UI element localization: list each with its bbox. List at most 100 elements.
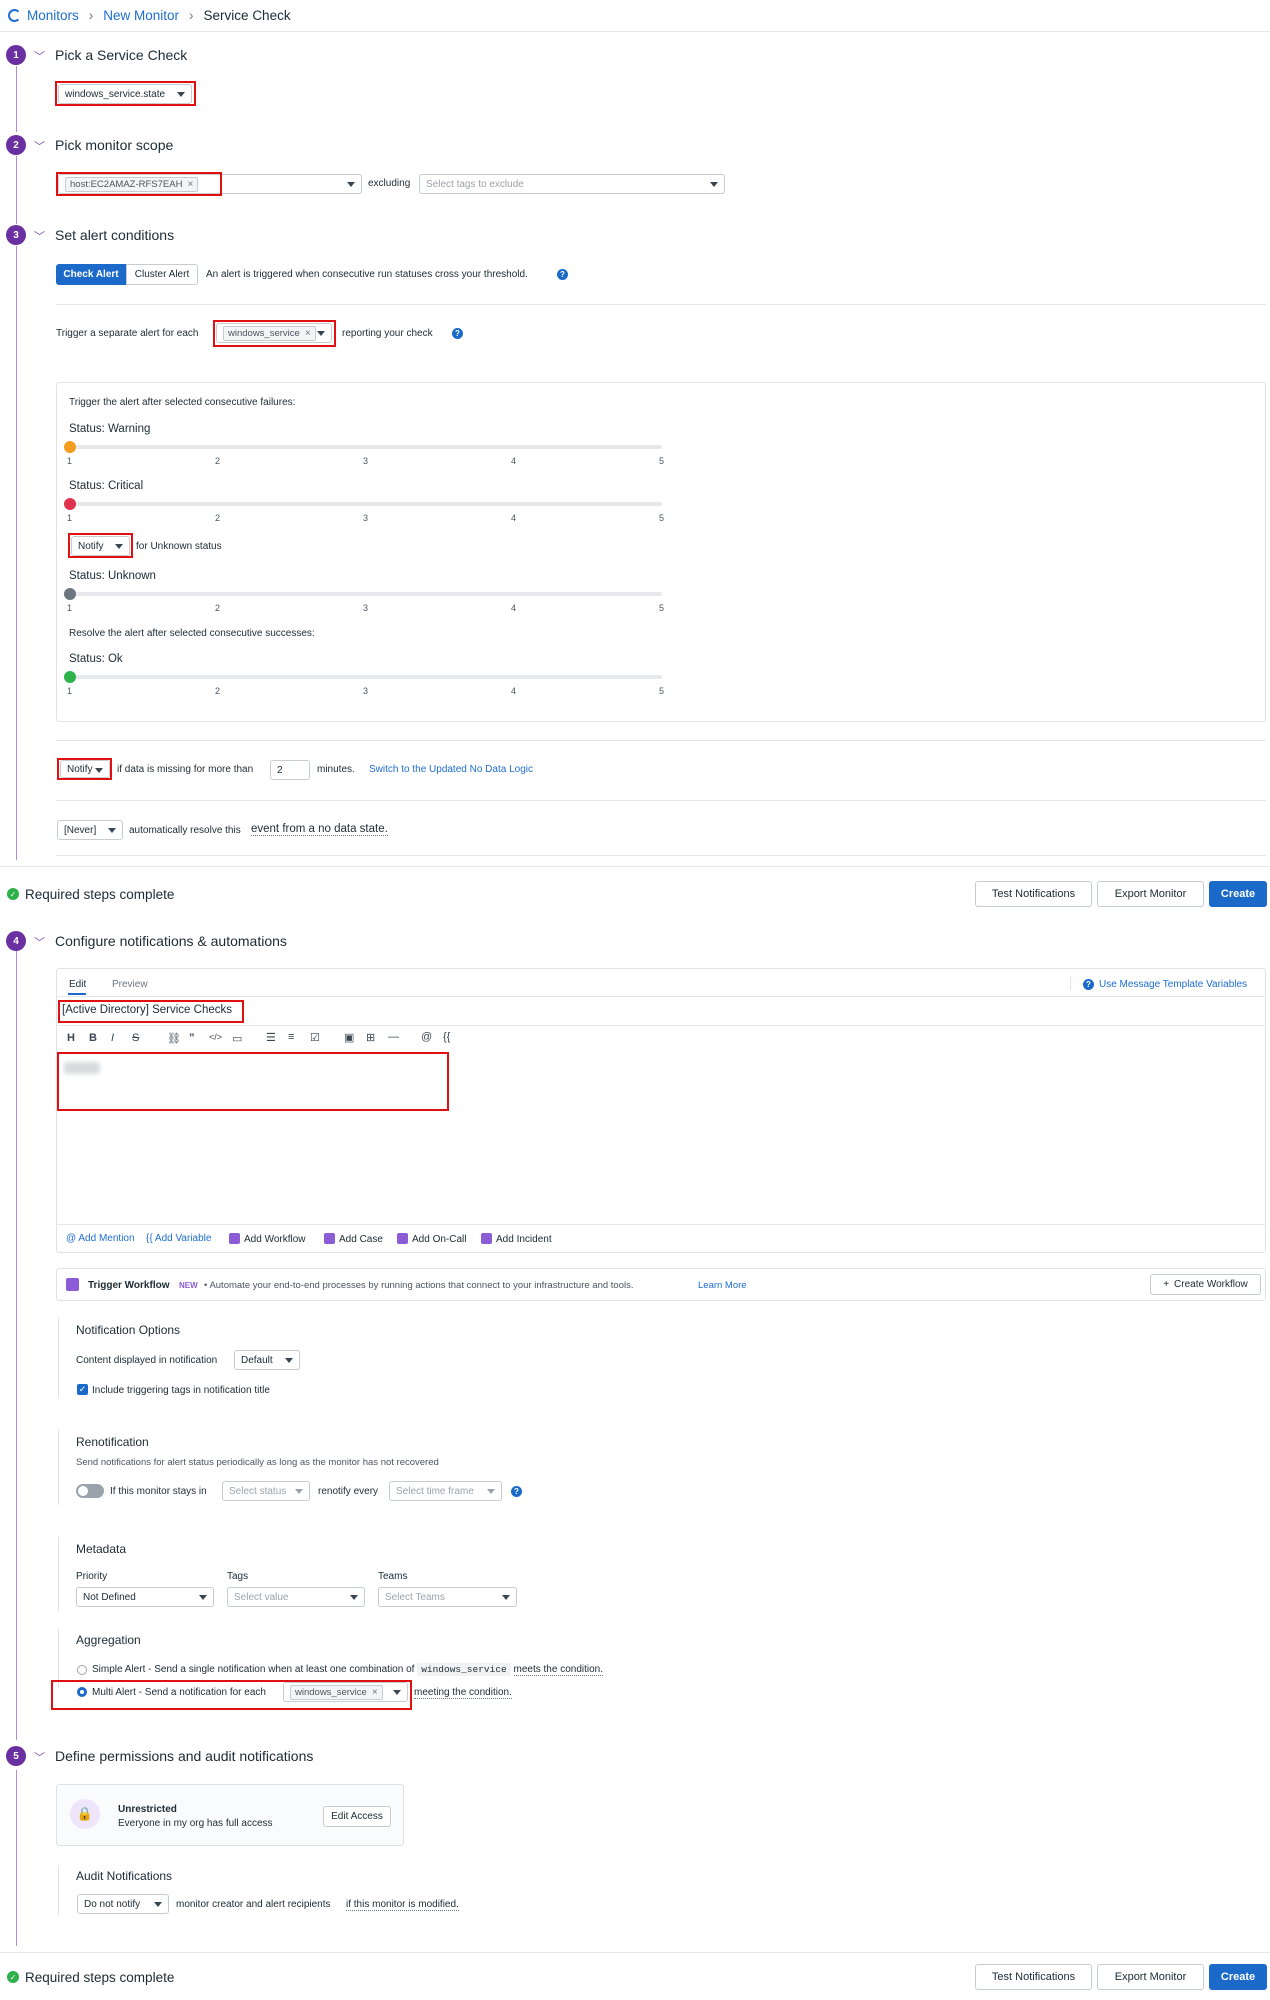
stays-in-label: If this monitor stays in: [110, 1486, 207, 1497]
tab-check-alert[interactable]: Check Alert: [56, 264, 126, 285]
bullet-list-icon[interactable]: ☰: [266, 1031, 276, 1044]
test-notifications-button[interactable]: Test Notifications: [975, 1964, 1092, 1990]
slider-tick-label: 1: [67, 686, 73, 696]
include-tags-label: Include triggering tags in notification …: [92, 1385, 270, 1396]
slider-tick-label: 4: [511, 456, 517, 466]
content-displayed-value: Default: [241, 1354, 273, 1366]
checklist-icon[interactable]: ☑: [310, 1031, 320, 1044]
tags-select[interactable]: Select value: [227, 1587, 365, 1607]
content-displayed-select[interactable]: Default: [234, 1350, 300, 1370]
message-template-variables-link[interactable]: Use Message Template Variables: [1099, 979, 1247, 990]
nodata-state-tooltip-text[interactable]: event from a no data state.: [251, 823, 388, 836]
renotify-status-select[interactable]: Select status: [222, 1481, 310, 1501]
slider-track[interactable]: [70, 675, 662, 679]
chevron-down-icon[interactable]: ﹀: [34, 138, 45, 154]
slider-tick-label: 4: [511, 603, 517, 613]
variable-icon[interactable]: {{: [443, 1031, 450, 1043]
nodata-logic-link[interactable]: Switch to the Updated No Data Logic: [369, 764, 533, 775]
check-circle-icon: ✓: [7, 888, 19, 900]
code-block-icon[interactable]: ▭: [232, 1032, 242, 1045]
notification-options-title: Notification Options: [76, 1323, 181, 1337]
slider-handle[interactable]: [64, 441, 76, 453]
create-button[interactable]: Create: [1209, 881, 1267, 907]
test-notifications-button[interactable]: Test Notifications: [975, 881, 1092, 907]
breadcrumb-monitors[interactable]: Monitors: [27, 8, 79, 23]
numbered-list-icon[interactable]: ≡: [288, 1031, 294, 1043]
add-variable-link[interactable]: {{ Add Variable: [146, 1233, 211, 1244]
nodata-minutes-input[interactable]: 2: [270, 760, 310, 780]
strikethrough-icon[interactable]: S: [132, 1032, 139, 1044]
slider-handle[interactable]: [64, 588, 76, 600]
create-button[interactable]: Create: [1209, 1964, 1267, 1990]
image-icon[interactable]: ▣: [344, 1031, 354, 1044]
slider-handle[interactable]: [64, 671, 76, 683]
workflow-icon: [66, 1278, 79, 1291]
chevron-down-icon[interactable]: ﹀: [34, 228, 45, 244]
export-monitor-button[interactable]: Export Monitor: [1097, 1964, 1204, 1990]
learn-more-link[interactable]: Learn More: [698, 1280, 747, 1291]
exclude-tags-select[interactable]: Select tags to exclude: [419, 174, 725, 194]
mention-icon[interactable]: @: [421, 1031, 432, 1043]
slider-tick-label: 5: [659, 456, 665, 466]
include-tags-checkbox[interactable]: ✓: [77, 1384, 88, 1395]
breadcrumb-new-monitor[interactable]: New Monitor: [103, 8, 179, 23]
horizontal-rule-icon[interactable]: —: [388, 1031, 399, 1043]
slider-tick-label: 4: [511, 686, 517, 696]
renotify-timeframe-select[interactable]: Select time frame: [389, 1481, 502, 1501]
tab-preview[interactable]: Preview: [112, 979, 148, 990]
renotify-toggle[interactable]: [76, 1484, 104, 1498]
help-icon[interactable]: ?: [557, 269, 568, 280]
export-monitor-button[interactable]: Export Monitor: [1097, 881, 1204, 907]
add-case-button[interactable]: Add Case: [324, 1233, 383, 1245]
table-icon[interactable]: ⊞: [366, 1031, 375, 1044]
add-mention-link[interactable]: @ Add Mention: [66, 1233, 135, 1244]
create-workflow-button[interactable]: + Create Workflow: [1150, 1274, 1261, 1295]
access-title: Unrestricted: [118, 1804, 177, 1815]
chevron-down-icon[interactable]: ﹀: [34, 934, 45, 950]
bold-icon[interactable]: B: [89, 1032, 97, 1044]
caret-down-icon: [295, 1489, 303, 1494]
slider-track[interactable]: [70, 592, 662, 596]
help-icon[interactable]: ?: [452, 328, 463, 339]
priority-select[interactable]: Not Defined: [76, 1587, 214, 1607]
help-icon[interactable]: ?: [511, 1486, 522, 1497]
step-5-number: 5: [6, 1746, 26, 1766]
chevron-down-icon[interactable]: ﹀: [34, 1749, 45, 1765]
slider-tick-label: 2: [215, 603, 221, 613]
simple-alert-radio[interactable]: [77, 1665, 87, 1675]
slider-handle[interactable]: [64, 498, 76, 510]
link-icon[interactable]: ⛓: [167, 1032, 181, 1045]
breadcrumb-separator-icon: ›: [189, 7, 194, 23]
step-1-number: 1: [6, 45, 26, 65]
tab-separator: [1070, 976, 1071, 990]
quote-icon[interactable]: ”: [189, 1032, 195, 1044]
slider-tick-label: 2: [215, 686, 221, 696]
variable-icon: {{: [146, 1233, 155, 1244]
add-incident-button[interactable]: Add Incident: [481, 1233, 552, 1245]
code-icon[interactable]: </>: [209, 1032, 222, 1042]
step-5-title: Define permissions and audit notificatio…: [55, 1748, 314, 1764]
tab-cluster-alert[interactable]: Cluster Alert: [126, 264, 198, 285]
audit-notify-select[interactable]: Do not notify: [77, 1894, 169, 1914]
add-oncall-button[interactable]: Add On-Call: [397, 1233, 466, 1245]
heading-icon[interactable]: H: [67, 1032, 75, 1044]
step-1-title: Pick a Service Check: [55, 47, 188, 63]
edit-access-button[interactable]: Edit Access: [323, 1806, 391, 1827]
tab-edit[interactable]: Edit: [69, 979, 86, 990]
highlight-box: [55, 81, 196, 106]
simple-alert-label: Simple Alert - Send a single notificatio…: [92, 1663, 603, 1676]
auto-resolve-select[interactable]: [Never]: [57, 820, 123, 840]
italic-icon[interactable]: I: [111, 1032, 114, 1044]
teams-select[interactable]: Select Teams: [378, 1587, 517, 1607]
breadcrumb: Monitors › New Monitor › Service Check: [8, 6, 291, 24]
chevron-down-icon[interactable]: ﹀: [34, 48, 45, 64]
highlight-box: [56, 172, 222, 196]
slider-track[interactable]: [70, 445, 662, 449]
nodata-minutes-value: 2: [277, 764, 283, 776]
add-workflow-button[interactable]: Add Workflow: [229, 1233, 306, 1245]
metadata-title: Metadata: [76, 1542, 127, 1556]
slider-track[interactable]: [70, 502, 662, 506]
successes-label: Resolve the alert after selected consecu…: [69, 628, 315, 639]
audit-notifications-title: Audit Notifications: [76, 1869, 173, 1883]
divider: [56, 1224, 1266, 1225]
